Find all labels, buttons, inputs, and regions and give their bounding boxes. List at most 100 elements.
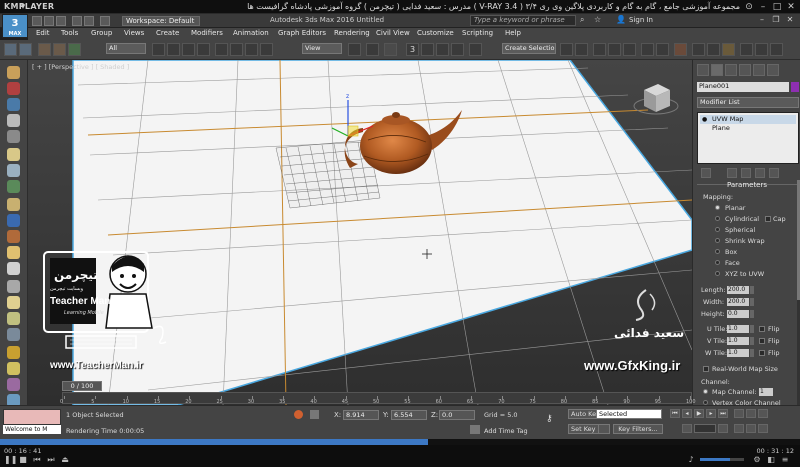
- material-editor-icon[interactable]: [674, 43, 687, 56]
- align-icon[interactable]: [575, 43, 588, 56]
- x-coord-field[interactable]: 8.914: [343, 410, 379, 420]
- width-spinner[interactable]: [750, 298, 754, 306]
- stack-item-uvw-map[interactable]: ● UVW Map: [700, 115, 796, 124]
- star-icon[interactable]: ☆: [594, 15, 604, 25]
- object-color-swatch[interactable]: [791, 82, 799, 92]
- absolute-mode-icon[interactable]: [310, 410, 319, 419]
- player-prev-icon[interactable]: ⏮: [32, 455, 42, 464]
- omni-light-icon[interactable]: [7, 362, 20, 375]
- window-crossing-icon[interactable]: [197, 43, 210, 56]
- named-selection-dropdown[interactable]: Create Selection Se: [502, 43, 556, 54]
- vray-sphere-icon[interactable]: [7, 148, 20, 161]
- u-flip-checkbox[interactable]: [759, 326, 765, 332]
- remove-modifier-icon[interactable]: [755, 168, 765, 178]
- light-bulb-icon[interactable]: [7, 346, 20, 359]
- key-mode-dropdown[interactable]: Selected: [596, 409, 662, 419]
- select-move-icon[interactable]: [215, 43, 228, 56]
- project-folder-icon[interactable]: [100, 16, 110, 26]
- render-setup-icon[interactable]: [692, 43, 705, 56]
- player-close-icon[interactable]: ✕: [784, 1, 798, 13]
- menu-scripting[interactable]: Scripting: [462, 29, 493, 37]
- snaps-toggle-icon[interactable]: 3: [406, 43, 419, 56]
- display-tab-icon[interactable]: [753, 64, 765, 76]
- goto-end-icon[interactable]: ⏭: [718, 409, 728, 418]
- menu-create[interactable]: Create: [156, 29, 179, 37]
- add-time-tag[interactable]: Add Time Tag: [484, 427, 528, 435]
- new-scene-icon[interactable]: [32, 16, 42, 26]
- menu-animation[interactable]: Animation: [233, 29, 269, 37]
- zoom-icon[interactable]: [734, 424, 744, 433]
- spinner-snap-icon[interactable]: [451, 43, 464, 56]
- current-frame-field[interactable]: [694, 424, 716, 433]
- save-file-icon[interactable]: [56, 16, 66, 26]
- object-name-field[interactable]: Plane001: [697, 82, 789, 92]
- player-pin-icon[interactable]: ⊙: [742, 1, 756, 13]
- vray-light-icon[interactable]: [7, 66, 20, 79]
- player-volume-slider[interactable]: [700, 458, 744, 461]
- vray-proxy-icon[interactable]: [7, 130, 20, 143]
- width-field[interactable]: 200.0: [727, 298, 749, 306]
- show-end-result-icon[interactable]: [727, 168, 737, 178]
- edit-named-selection-icon[interactable]: [469, 43, 482, 56]
- vray-plane-icon[interactable]: [7, 164, 20, 177]
- length-spinner[interactable]: [750, 286, 754, 294]
- parameters-title[interactable]: Parameters: [697, 181, 797, 189]
- pan-view-icon[interactable]: [746, 409, 756, 418]
- user-icon[interactable]: 👤: [616, 15, 626, 25]
- mapping-xyz-radio[interactable]: [715, 271, 720, 276]
- application-button[interactable]: 3 MAX: [2, 14, 28, 38]
- ribbon-toggle-icon[interactable]: [623, 43, 636, 56]
- redo-toolbar-icon[interactable]: [19, 43, 32, 56]
- prev-frame-icon[interactable]: ◂: [682, 409, 692, 418]
- mapping-cylindrical-radio[interactable]: [715, 216, 720, 221]
- select-rotate-icon[interactable]: [230, 43, 243, 56]
- create-tab-icon[interactable]: [697, 64, 709, 76]
- bind-space-warp-icon[interactable]: [68, 43, 81, 56]
- selection-filter-dropdown[interactable]: All: [106, 43, 146, 54]
- viewport-label[interactable]: [ + ] [Perspective ] [ Shaded ]: [32, 63, 129, 71]
- menu-edit[interactable]: Edit: [36, 29, 50, 37]
- z-coord-field[interactable]: 0.0: [439, 410, 475, 420]
- time-tag-icon[interactable]: [470, 425, 480, 434]
- vray-sun-icon[interactable]: [7, 82, 20, 95]
- key-filters-button[interactable]: Key Filters...: [613, 424, 663, 434]
- teapot-icon[interactable]: [7, 262, 20, 275]
- menu-help[interactable]: Help: [505, 29, 521, 37]
- open-file-icon[interactable]: [44, 16, 54, 26]
- player-menu-icon[interactable]: ▾: [16, 1, 30, 13]
- utilities-tab-icon[interactable]: [767, 64, 779, 76]
- select-link-icon[interactable]: [38, 43, 51, 56]
- pin-stack-icon[interactable]: [701, 168, 711, 178]
- player-3d-icon[interactable]: ◧: [766, 455, 776, 464]
- maxscript-input[interactable]: Welcome to M: [3, 425, 61, 434]
- goto-start-icon[interactable]: ⏮: [670, 409, 680, 418]
- zoom-extents-icon[interactable]: [734, 409, 744, 418]
- field-of-view-icon[interactable]: [746, 424, 756, 433]
- v-tile-spinner[interactable]: [750, 337, 754, 345]
- lock-selection-icon[interactable]: [294, 410, 303, 419]
- player-volume-icon[interactable]: ♪: [686, 455, 696, 464]
- render-production-icon[interactable]: [722, 43, 735, 56]
- menu-views[interactable]: Views: [124, 29, 144, 37]
- select-scale-icon[interactable]: [245, 43, 258, 56]
- rectangular-selection-icon[interactable]: [182, 43, 195, 56]
- vray-toolbar-icon[interactable]: [755, 43, 768, 56]
- place-icon[interactable]: [260, 43, 273, 56]
- undo-icon[interactable]: [72, 16, 82, 26]
- player-eject-icon[interactable]: ⏏: [60, 455, 70, 464]
- vray-fur-icon[interactable]: [7, 180, 20, 193]
- mapping-planar-radio[interactable]: [715, 205, 720, 210]
- v-tile-field[interactable]: 1.0: [727, 337, 749, 345]
- vray-frame-buffer-icon[interactable]: [740, 43, 753, 56]
- cylinder-icon[interactable]: [7, 296, 20, 309]
- stack-item-plane[interactable]: Plane: [700, 124, 796, 133]
- player-menu-icon[interactable]: ≡: [780, 455, 790, 464]
- map-channel-radio[interactable]: [703, 389, 708, 394]
- vray-vfb-icon[interactable]: [7, 214, 20, 227]
- mapping-shrink-wrap-radio[interactable]: [715, 238, 720, 243]
- torus-icon[interactable]: [7, 328, 20, 341]
- vray-mesh-export-icon[interactable]: [7, 198, 20, 211]
- keyboard-shortcut-icon[interactable]: [384, 43, 397, 56]
- pivot-center-icon[interactable]: [348, 43, 361, 56]
- reference-coord-dropdown[interactable]: View: [302, 43, 342, 54]
